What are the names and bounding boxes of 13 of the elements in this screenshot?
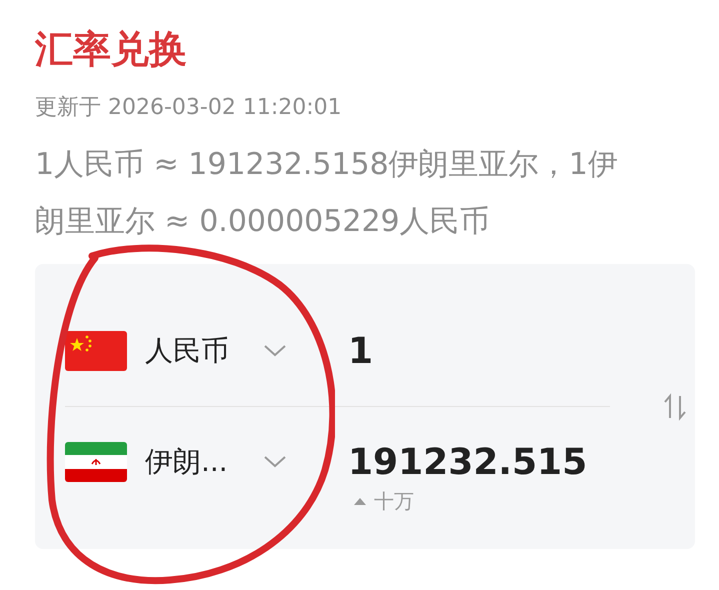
flag-icon [65, 331, 127, 371]
amount-value: 191232.515 [348, 442, 588, 482]
chevron-down-icon [263, 455, 287, 469]
chevron-down-icon [263, 344, 287, 358]
update-time: 更新于 2026-03-02 11:20:01 [35, 94, 343, 122]
unit-hint: 十万 [374, 488, 414, 514]
page-title: 汇率兑换 [35, 26, 188, 73]
currency-picker[interactable]: 人民币 [65, 331, 348, 371]
triangle-up-icon [354, 497, 366, 505]
exchange-rate-text: 1人民币 ≈ 191232.5158伊朗里亚尔，1伊朗里亚尔 ≈ 0.000005229人民币 [35, 146, 619, 241]
currency-picker[interactable]: 伊朗... [65, 442, 348, 482]
flag-icon [65, 442, 127, 482]
amount-value: 1 [348, 330, 374, 372]
